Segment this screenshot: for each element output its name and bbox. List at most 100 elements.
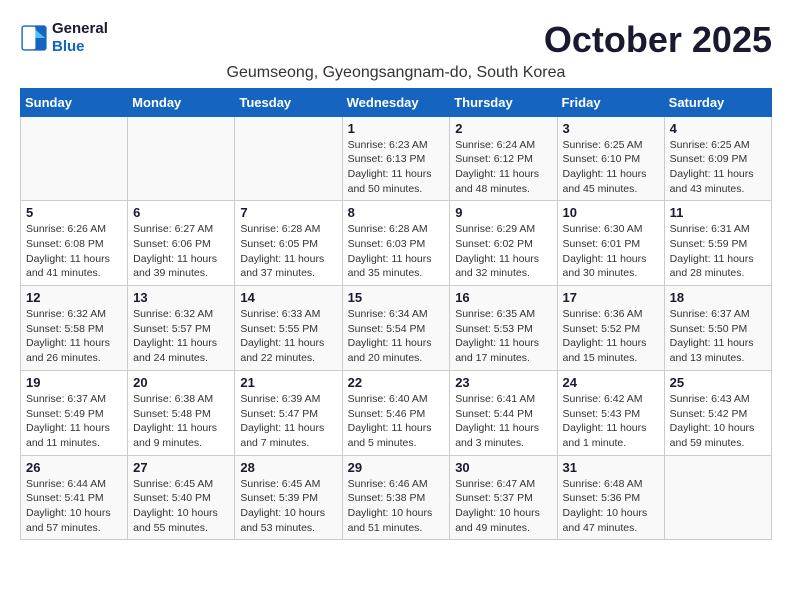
header-saturday: Saturday	[664, 88, 771, 116]
day-info: Sunrise: 6:27 AMSunset: 6:06 PMDaylight:…	[133, 222, 229, 281]
cell-week4-day0: 19 Sunrise: 6:37 AMSunset: 5:49 PMDayligh…	[21, 370, 128, 455]
day-info: Sunrise: 6:23 AMSunset: 6:13 PMDaylight:…	[348, 138, 445, 197]
header-friday: Friday	[557, 88, 664, 116]
day-info: Sunrise: 6:44 AMSunset: 5:41 PMDaylight:…	[26, 477, 122, 536]
day-number: 21	[240, 375, 336, 390]
cell-week3-day3: 15 Sunrise: 6:34 AMSunset: 5:54 PMDayligh…	[342, 286, 450, 371]
cell-week5-day3: 29Sunrise: 6:46 AMSunset: 5:38 PMDayligh…	[342, 455, 450, 540]
day-info: Sunrise: 6:28 AMSunset: 6:03 PMDaylight:…	[348, 222, 445, 281]
day-number: 10	[563, 205, 659, 220]
day-number: 22	[348, 375, 445, 390]
day-number: 3	[563, 121, 659, 136]
day-info: Sunrise: 6:48 AMSunset: 5:36 PMDaylight:…	[563, 477, 659, 536]
day-number: 15	[348, 290, 445, 305]
week-row-2: 5 Sunrise: 6:26 AMSunset: 6:08 PMDaylight…	[21, 201, 772, 286]
cell-week4-day6: 25 Sunrise: 6:43 AMSunset: 5:42 PMDayligh…	[664, 370, 771, 455]
day-info: Sunrise: 6:47 AMSunset: 5:37 PMDaylight:…	[455, 477, 551, 536]
cell-week3-day5: 17Sunrise: 6:36 AMSunset: 5:52 PMDayligh…	[557, 286, 664, 371]
header: General Blue October 2025	[20, 20, 772, 60]
day-info: Sunrise: 6:42 AMSunset: 5:43 PMDaylight:…	[563, 392, 659, 451]
cell-week1-day0	[21, 116, 128, 201]
cell-week2-day2: 7 Sunrise: 6:28 AMSunset: 6:05 PMDaylight…	[235, 201, 342, 286]
cell-week3-day2: 14 Sunrise: 6:33 AMSunset: 5:55 PMDayligh…	[235, 286, 342, 371]
cell-week1-day5: 3 Sunrise: 6:25 AMSunset: 6:10 PMDaylight…	[557, 116, 664, 201]
header-row: SundayMondayTuesdayWednesdayThursdayFrid…	[21, 88, 772, 116]
day-number: 9	[455, 205, 551, 220]
cell-week4-day4: 23 Sunrise: 6:41 AMSunset: 5:44 PMDayligh…	[450, 370, 557, 455]
cell-week5-day6	[664, 455, 771, 540]
title-area: October 2025	[544, 20, 772, 60]
cell-week5-day2: 28 Sunrise: 6:45 AMSunset: 5:39 PMDayligh…	[235, 455, 342, 540]
day-info: Sunrise: 6:31 AMSunset: 5:59 PMDaylight:…	[670, 222, 766, 281]
cell-week4-day5: 24Sunrise: 6:42 AMSunset: 5:43 PMDayligh…	[557, 370, 664, 455]
cell-week2-day3: 8 Sunrise: 6:28 AMSunset: 6:03 PMDaylight…	[342, 201, 450, 286]
cell-week5-day4: 30Sunrise: 6:47 AMSunset: 5:37 PMDayligh…	[450, 455, 557, 540]
day-info: Sunrise: 6:38 AMSunset: 5:48 PMDaylight:…	[133, 392, 229, 451]
day-number: 6	[133, 205, 229, 220]
day-info: Sunrise: 6:39 AMSunset: 5:47 PMDaylight:…	[240, 392, 336, 451]
day-number: 29	[348, 460, 445, 475]
cell-week2-day5: 10 Sunrise: 6:30 AMSunset: 6:01 PMDayligh…	[557, 201, 664, 286]
week-row-5: 26Sunrise: 6:44 AMSunset: 5:41 PMDayligh…	[21, 455, 772, 540]
logo: General Blue	[20, 20, 108, 56]
day-info: Sunrise: 6:37 AMSunset: 5:49 PMDaylight:…	[26, 392, 122, 451]
day-info: Sunrise: 6:28 AMSunset: 6:05 PMDaylight:…	[240, 222, 336, 281]
day-number: 25	[670, 375, 766, 390]
header-thursday: Thursday	[450, 88, 557, 116]
day-number: 13	[133, 290, 229, 305]
day-number: 14	[240, 290, 336, 305]
day-info: Sunrise: 6:32 AMSunset: 5:58 PMDaylight:…	[26, 307, 122, 366]
day-info: Sunrise: 6:34 AMSunset: 5:54 PMDaylight:…	[348, 307, 445, 366]
logo-icon	[20, 24, 48, 52]
day-info: Sunrise: 6:25 AMSunset: 6:09 PMDaylight:…	[670, 138, 766, 197]
cell-week5-day5: 31 Sunrise: 6:48 AMSunset: 5:36 PMDayligh…	[557, 455, 664, 540]
cell-week1-day6: 4Sunrise: 6:25 AMSunset: 6:09 PMDaylight…	[664, 116, 771, 201]
day-number: 11	[670, 205, 766, 220]
day-number: 12	[26, 290, 122, 305]
cell-week5-day1: 27Sunrise: 6:45 AMSunset: 5:40 PMDayligh…	[128, 455, 235, 540]
day-number: 19	[26, 375, 122, 390]
week-row-3: 12 Sunrise: 6:32 AMSunset: 5:58 PMDayligh…	[21, 286, 772, 371]
logo-text: General Blue	[52, 20, 108, 56]
cell-week2-day4: 9 Sunrise: 6:29 AMSunset: 6:02 PMDaylight…	[450, 201, 557, 286]
day-number: 5	[26, 205, 122, 220]
cell-week2-day0: 5 Sunrise: 6:26 AMSunset: 6:08 PMDaylight…	[21, 201, 128, 286]
day-info: Sunrise: 6:43 AMSunset: 5:42 PMDaylight:…	[670, 392, 766, 451]
day-info: Sunrise: 6:35 AMSunset: 5:53 PMDaylight:…	[455, 307, 551, 366]
day-number: 20	[133, 375, 229, 390]
header-monday: Monday	[128, 88, 235, 116]
day-number: 27	[133, 460, 229, 475]
cell-week5-day0: 26Sunrise: 6:44 AMSunset: 5:41 PMDayligh…	[21, 455, 128, 540]
day-info: Sunrise: 6:30 AMSunset: 6:01 PMDaylight:…	[563, 222, 659, 281]
cell-week3-day4: 16Sunrise: 6:35 AMSunset: 5:53 PMDayligh…	[450, 286, 557, 371]
day-info: Sunrise: 6:32 AMSunset: 5:57 PMDaylight:…	[133, 307, 229, 366]
header-sunday: Sunday	[21, 88, 128, 116]
header-tuesday: Tuesday	[235, 88, 342, 116]
cell-week2-day6: 11 Sunrise: 6:31 AMSunset: 5:59 PMDayligh…	[664, 201, 771, 286]
day-info: Sunrise: 6:45 AMSunset: 5:39 PMDaylight:…	[240, 477, 336, 536]
week-row-1: 1Sunrise: 6:23 AMSunset: 6:13 PMDaylight…	[21, 116, 772, 201]
day-info: Sunrise: 6:26 AMSunset: 6:08 PMDaylight:…	[26, 222, 122, 281]
day-info: Sunrise: 6:25 AMSunset: 6:10 PMDaylight:…	[563, 138, 659, 197]
day-info: Sunrise: 6:37 AMSunset: 5:50 PMDaylight:…	[670, 307, 766, 366]
day-number: 31	[563, 460, 659, 475]
cell-week1-day4: 2 Sunrise: 6:24 AMSunset: 6:12 PMDaylight…	[450, 116, 557, 201]
day-info: Sunrise: 6:24 AMSunset: 6:12 PMDaylight:…	[455, 138, 551, 197]
day-info: Sunrise: 6:33 AMSunset: 5:55 PMDaylight:…	[240, 307, 336, 366]
subtitle: Geumseong, Gyeongsangnam-do, South Korea	[20, 64, 772, 82]
cell-week1-day1	[128, 116, 235, 201]
day-number: 8	[348, 205, 445, 220]
cell-week4-day3: 22Sunrise: 6:40 AMSunset: 5:46 PMDayligh…	[342, 370, 450, 455]
cell-week3-day6: 18Sunrise: 6:37 AMSunset: 5:50 PMDayligh…	[664, 286, 771, 371]
day-number: 7	[240, 205, 336, 220]
day-info: Sunrise: 6:36 AMSunset: 5:52 PMDaylight:…	[563, 307, 659, 366]
cell-week3-day0: 12 Sunrise: 6:32 AMSunset: 5:58 PMDayligh…	[21, 286, 128, 371]
day-number: 23	[455, 375, 551, 390]
day-info: Sunrise: 6:29 AMSunset: 6:02 PMDaylight:…	[455, 222, 551, 281]
month-title: October 2025	[544, 20, 772, 60]
day-number: 2	[455, 121, 551, 136]
day-number: 28	[240, 460, 336, 475]
day-info: Sunrise: 6:41 AMSunset: 5:44 PMDaylight:…	[455, 392, 551, 451]
cell-week1-day2	[235, 116, 342, 201]
cell-week1-day3: 1Sunrise: 6:23 AMSunset: 6:13 PMDaylight…	[342, 116, 450, 201]
